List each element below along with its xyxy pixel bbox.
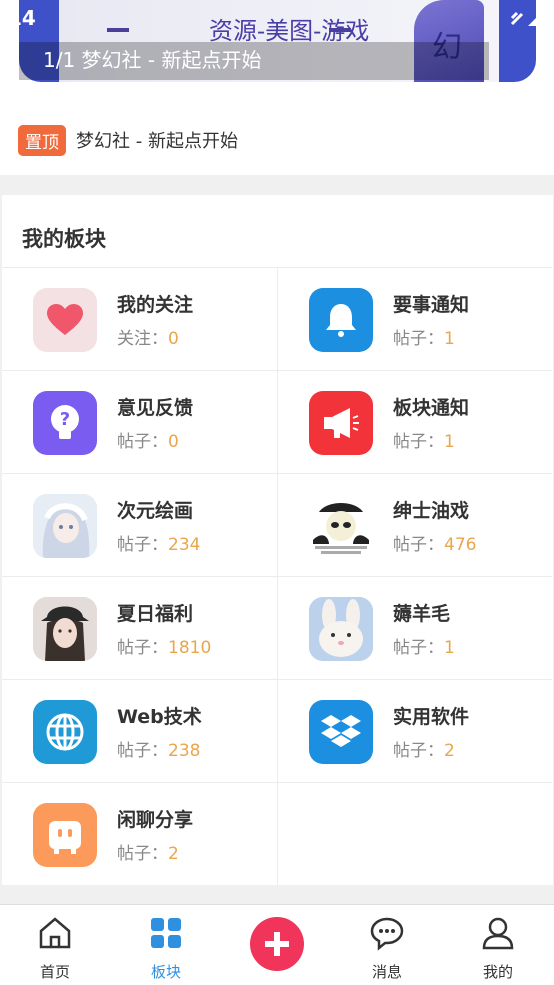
chat-bag-icon (33, 803, 97, 867)
grid-icon (151, 918, 181, 948)
board-name: 我的关注 (117, 294, 194, 316)
home-icon (39, 917, 71, 949)
status-time: :14 (0, 6, 36, 30)
question-bulb-icon: ? (33, 391, 97, 455)
pinned-notice-text[interactable]: 梦幻社 - 新起点开始 (76, 127, 238, 153)
rabbit-avatar (309, 597, 373, 661)
board-name: Web技术 (117, 706, 202, 728)
board-meta: 帖子：0 (117, 432, 179, 452)
board-name: 绅士油戏 (393, 500, 470, 522)
tab-label: 板块 (150, 963, 181, 981)
chat-bubble-icon (370, 917, 404, 951)
banner-art-text: 资源-美图-游戏 (209, 17, 370, 45)
board-item[interactable]: Web技术 帖子：238 (2, 679, 277, 782)
board-meta: 帖子：476 (393, 535, 477, 555)
board-item[interactable]: 要事通知 帖子：1 (277, 267, 552, 370)
tab-boards[interactable]: 板块 (131, 915, 201, 982)
board-item[interactable]: 次元绘画 帖子：234 (2, 473, 277, 576)
board-item[interactable]: 夏日福利 帖子：1810 (2, 576, 277, 679)
bottom-tabbar: 首页 板块 消息 我的 (0, 904, 554, 985)
board-meta: 帖子：1 (393, 432, 455, 452)
dropbox-icon (309, 700, 373, 764)
bell-icon (309, 288, 373, 352)
anime-girl-avatar (33, 494, 97, 558)
board-item[interactable]: 绅士油戏 帖子：476 (277, 473, 552, 576)
board-meta: 帖子：234 (117, 535, 201, 555)
post-plus-button[interactable] (250, 917, 304, 971)
board-item[interactable]: 我的关注 关注：0 (2, 267, 277, 370)
banner-decor-bar (107, 28, 129, 32)
board-meta: 帖子：2 (393, 741, 455, 761)
board-name: 薅羊毛 (393, 603, 451, 625)
tab-mine[interactable]: 我的 (463, 915, 533, 982)
pinned-badge: 置顶 (18, 124, 66, 156)
board-meta: 帖子：1810 (117, 638, 212, 658)
board-name: 板块通知 (393, 397, 470, 419)
tab-label: 我的 (482, 963, 513, 981)
plus-icon (265, 932, 289, 956)
user-icon (482, 917, 514, 950)
board-item[interactable]: 板块通知 帖子：1 (277, 370, 552, 473)
globe-icon (33, 700, 97, 764)
banner-caption: 1/1 梦幻社 - 新起点开始 (19, 42, 489, 80)
board-meta: 帖子：1 (393, 638, 455, 658)
board-item[interactable]: ? 意见反馈 帖子：0 (2, 370, 277, 473)
tab-home[interactable]: 首页 (20, 915, 90, 982)
my-boards-section: 我的板块 我的关注 关注：0 要事通知 帖子：1 ? 意见反馈 帖子：0 板块通… (2, 195, 553, 885)
board-name: 闲聊分享 (117, 809, 194, 831)
tab-label: 消息 (371, 963, 402, 981)
pinned-notice[interactable]: 置顶 梦幻社 - 新起点开始 (18, 124, 238, 156)
board-meta: 帖子：238 (117, 741, 201, 761)
girl-photo-avatar (33, 597, 97, 661)
board-item-empty (277, 782, 552, 885)
svg-text:?: ? (60, 409, 70, 430)
board-item[interactable]: 实用软件 帖子：2 (277, 679, 552, 782)
signal-icon (508, 8, 554, 33)
banner-caption-text: 1/1 梦幻社 - 新起点开始 (43, 48, 262, 72)
board-meta: 帖子：2 (117, 844, 179, 864)
tab-messages[interactable]: 消息 (352, 915, 422, 982)
board-name: 意见反馈 (117, 397, 194, 419)
board-item[interactable]: 薅羊毛 帖子：1 (277, 576, 552, 679)
section-title: 我的板块 (22, 227, 106, 251)
meme-panda-avatar (309, 494, 373, 558)
board-item[interactable]: 闲聊分享 帖子：2 (2, 782, 277, 885)
board-name: 夏日福利 (117, 603, 194, 625)
board-name: 实用软件 (393, 706, 470, 728)
heart-icon (33, 288, 97, 352)
board-meta: 关注：0 (117, 329, 179, 349)
megaphone-icon (309, 391, 373, 455)
board-meta: 帖子：1 (393, 329, 455, 349)
board-name: 要事通知 (393, 294, 470, 316)
tab-label: 首页 (39, 963, 70, 981)
board-name: 次元绘画 (117, 500, 194, 522)
